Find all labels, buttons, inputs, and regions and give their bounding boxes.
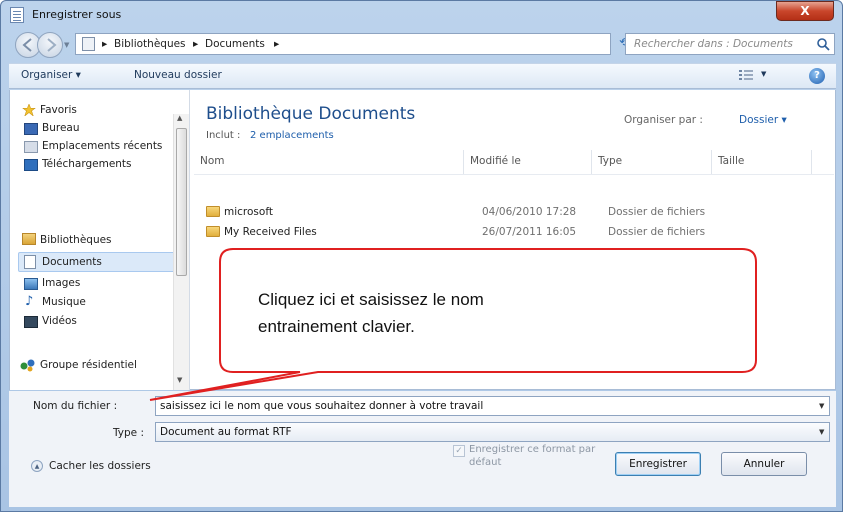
hide-folders-toggle[interactable]: ▲ Cacher les dossiers xyxy=(31,458,191,476)
save-form: Nom du fichier : ▼ Type : Document au fo… xyxy=(9,391,836,507)
arrange-by-dropdown[interactable]: Dossier ▾ xyxy=(739,114,787,126)
close-button[interactable]: X xyxy=(776,1,834,21)
homegroup-icon xyxy=(20,359,35,372)
arrow-right-icon xyxy=(47,38,57,52)
save-format-label: Enregistrer ce format par défaut xyxy=(469,444,596,468)
nav-desktop[interactable]: Bureau xyxy=(42,122,170,134)
command-bar: Organiser ▾ Nouveau dossier ▼ ? xyxy=(9,63,836,89)
library-title: Bibliothèque Documents xyxy=(206,104,416,124)
breadcrumb-separator-icon[interactable]: ▸ xyxy=(274,38,279,50)
forward-button[interactable] xyxy=(37,32,63,58)
address-box[interactable]: ▸ Bibliothèques ▸ Documents ▸ ▼ xyxy=(75,33,650,55)
callout-line-1: Cliquez ici et saisissez le nom xyxy=(258,290,484,309)
filename-input[interactable] xyxy=(155,396,830,416)
document-icon xyxy=(10,7,24,23)
videos-icon xyxy=(24,316,38,328)
scroll-down-icon[interactable]: ▼ xyxy=(177,376,182,384)
nav-libraries[interactable]: Bibliothèques xyxy=(40,234,112,246)
arrange-by-label: Organiser par : xyxy=(624,114,703,126)
address-bar: ▼ ▸ Bibliothèques ▸ Documents ▸ ▼ ⟲ Rech… xyxy=(15,31,835,61)
column-header-name[interactable]: Nom xyxy=(194,150,464,174)
window-title: Enregistrer sous xyxy=(32,8,122,21)
file-row[interactable]: microsoft 04/06/2010 17:28 Dossier de fi… xyxy=(206,204,826,222)
file-name: My Received Files xyxy=(224,226,317,238)
folder-icon xyxy=(206,206,220,217)
folder-icon xyxy=(206,226,220,237)
navigation-pane: Favoris Bureau Emplacements récents Télé… xyxy=(10,90,190,390)
nav-documents[interactable]: Documents xyxy=(42,256,102,268)
new-folder-button[interactable]: Nouveau dossier xyxy=(134,69,222,81)
view-options-icon[interactable] xyxy=(739,69,753,81)
save-as-dialog: Enregistrer sous X ▼ ▸ Bibliothèques ▸ D… xyxy=(0,0,843,512)
type-select[interactable]: Document au format RTF xyxy=(155,422,830,442)
images-icon xyxy=(24,278,38,290)
breadcrumb-separator-icon[interactable]: ▸ xyxy=(102,38,107,50)
includes-locations-link[interactable]: 2 emplacements xyxy=(250,130,334,141)
scroll-up-icon[interactable]: ▲ xyxy=(177,114,182,122)
recent-places-icon xyxy=(24,141,38,153)
type-dropdown-icon[interactable]: ▼ xyxy=(819,428,824,436)
downloads-icon xyxy=(24,159,38,171)
nav-scrollbar[interactable]: ▲ ▼ xyxy=(173,114,189,390)
file-name: microsoft xyxy=(224,206,273,218)
library-icon xyxy=(22,233,36,245)
file-type: Dossier de fichiers xyxy=(608,226,706,238)
column-header-size[interactable]: Taille xyxy=(712,150,812,174)
cancel-button[interactable]: Annuler xyxy=(721,452,807,476)
breadcrumb-separator-icon[interactable]: ▸ xyxy=(193,38,198,50)
header-divider xyxy=(194,174,834,175)
search-box[interactable]: Rechercher dans : Documents xyxy=(625,33,835,55)
music-icon: ♪ xyxy=(25,294,34,309)
scrollbar-thumb[interactable] xyxy=(176,128,187,276)
includes-label: Inclut : xyxy=(206,130,241,141)
callout-line-2: entrainement clavier. xyxy=(258,317,415,336)
nav-downloads[interactable]: Téléchargements xyxy=(42,158,170,170)
star-icon xyxy=(22,104,36,116)
save-button[interactable]: Enregistrer xyxy=(615,452,701,476)
nav-recent-places[interactable]: Emplacements récents xyxy=(42,140,170,152)
column-header-type[interactable]: Type xyxy=(592,150,712,174)
column-header-modified[interactable]: Modifié le xyxy=(464,150,592,174)
documents-icon xyxy=(24,255,36,269)
type-label: Type : xyxy=(113,427,144,439)
search-placeholder: Rechercher dans : Documents xyxy=(634,38,793,50)
nav-favorites[interactable]: Favoris xyxy=(40,104,77,116)
save-format-checkbox[interactable]: ✓ xyxy=(453,445,465,457)
search-icon[interactable] xyxy=(816,37,830,51)
callout-text: Cliquez ici et saisissez le nom entraine… xyxy=(258,286,484,340)
file-row[interactable]: My Received Files 26/07/2011 16:05 Dossi… xyxy=(206,224,826,242)
hide-folders-label: Cacher les dossiers xyxy=(49,460,151,472)
file-modified: 26/07/2011 16:05 xyxy=(482,226,577,238)
breadcrumb-libraries[interactable]: Bibliothèques xyxy=(114,38,186,50)
breadcrumb-documents[interactable]: Documents xyxy=(205,38,265,50)
nav-music[interactable]: Musique xyxy=(42,296,86,308)
browser-area: Favoris Bureau Emplacements récents Télé… xyxy=(9,90,836,390)
file-modified: 04/06/2010 17:28 xyxy=(482,206,577,218)
organize-button[interactable]: Organiser ▾ xyxy=(21,69,81,81)
filename-label: Nom du fichier : xyxy=(33,400,118,412)
nav-homegroup[interactable]: Groupe résidentiel xyxy=(40,359,137,371)
recent-pages-chevron-icon[interactable]: ▼ xyxy=(64,41,69,49)
nav-videos[interactable]: Vidéos xyxy=(42,315,77,327)
title-bar: Enregistrer sous X xyxy=(1,1,842,29)
nav-images[interactable]: Images xyxy=(42,277,80,289)
view-dropdown-icon[interactable]: ▼ xyxy=(761,70,766,78)
desktop-icon xyxy=(24,123,38,135)
filename-dropdown-icon[interactable]: ▼ xyxy=(819,402,824,410)
file-type: Dossier de fichiers xyxy=(608,206,706,218)
help-icon[interactable]: ? xyxy=(809,68,825,84)
collapse-icon: ▲ xyxy=(31,460,43,472)
folder-location-icon xyxy=(82,37,95,51)
